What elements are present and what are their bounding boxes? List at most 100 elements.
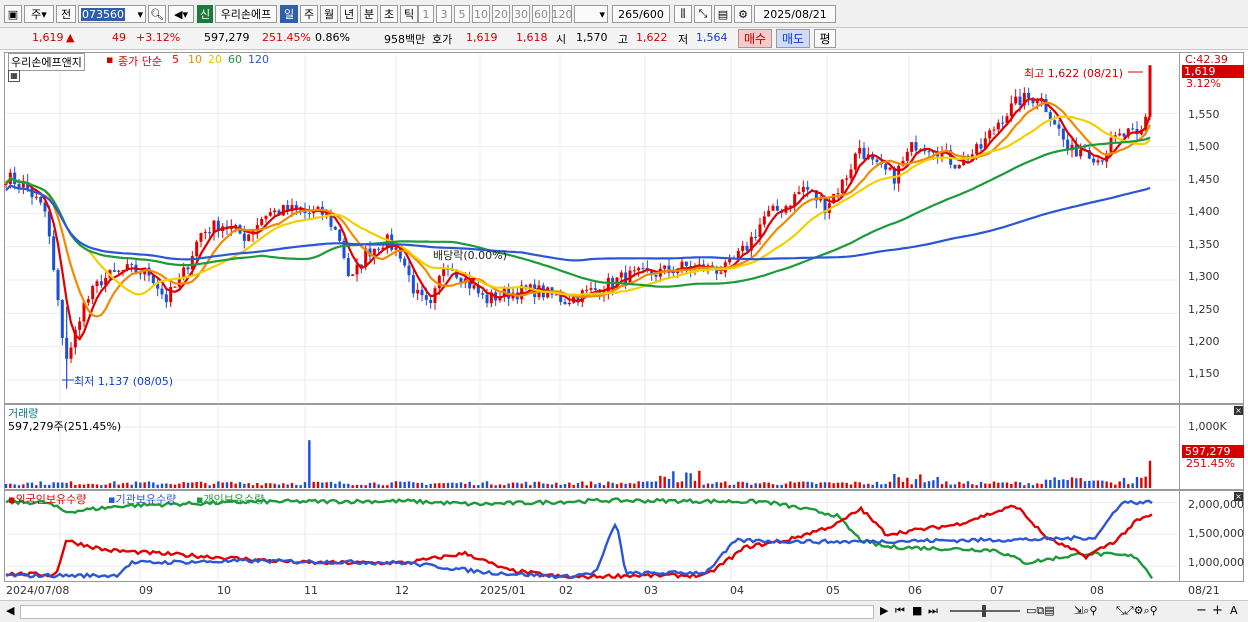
volume-bar (611, 482, 614, 488)
candle-body (663, 265, 667, 269)
grid-toggle-icon[interactable]: ▦ (8, 70, 20, 82)
volume-bar (35, 485, 38, 488)
zoom-slider-handle[interactable] (982, 605, 986, 617)
close-icon[interactable]: × (1234, 492, 1243, 501)
volume-bar (672, 471, 675, 488)
candle-body (745, 245, 749, 251)
zoom-out-icon[interactable]: − (1196, 603, 1207, 618)
price-tick: 1,250 (1188, 303, 1220, 316)
volume-bar (347, 483, 350, 488)
volume-bar (438, 483, 441, 488)
volume-bar (815, 483, 818, 488)
volume-bar (888, 481, 892, 488)
candle-body (619, 272, 623, 278)
layout-icon[interactable]: ▭⧉▤ (1026, 604, 1055, 618)
scroll-right-icon[interactable]: ▶ (880, 604, 888, 617)
volume-bar (451, 482, 454, 488)
volume-bar (195, 481, 198, 488)
forward-icon[interactable]: ⏭ (928, 604, 938, 618)
volume-bar (368, 482, 372, 488)
candle-body (377, 248, 381, 250)
volume-axis-label: 1,000K (1188, 420, 1227, 433)
volume-bar (524, 481, 528, 488)
volume-bar (381, 485, 385, 488)
volume-bar (468, 481, 471, 488)
stop-icon[interactable]: ■ (912, 604, 922, 617)
price-tick: 1,400 (1188, 205, 1220, 218)
candle-body (307, 212, 311, 214)
candle-body (840, 179, 844, 194)
candle-body (160, 288, 164, 295)
candle-body (420, 289, 424, 296)
candle-body (563, 301, 567, 305)
volume-bar (507, 483, 510, 488)
volume-bar (780, 484, 783, 488)
price-tick: 1,550 (1188, 108, 1220, 121)
volume-bar (828, 482, 831, 488)
volume-bar (1036, 483, 1039, 488)
candle-body (992, 129, 996, 131)
volume-bar (61, 482, 64, 488)
candle-body (481, 293, 485, 295)
draw-tools-icon[interactable]: ⤡⤢⚙⌕⚲ (1116, 604, 1158, 618)
volume-bar (169, 484, 172, 488)
candle-body (1061, 128, 1065, 140)
scroll-track[interactable] (20, 605, 874, 619)
volume-bar (901, 481, 905, 488)
volume-bar (867, 483, 870, 488)
volume-bar (719, 482, 723, 488)
candle-body (624, 272, 628, 284)
candle-body (1001, 122, 1005, 124)
holding-line-1 (5, 504, 1153, 580)
ma-line-10 (5, 101, 1151, 318)
tools-icon[interactable]: ⇲⌕⚲ (1074, 604, 1097, 618)
legend-individual-label: 개인보유수량 (203, 493, 265, 506)
volume-bar (78, 484, 81, 488)
scroll-left-icon[interactable]: ◀ (6, 604, 14, 617)
volume-bar (412, 482, 415, 488)
volume-bar (251, 485, 255, 488)
volume-bar (1014, 481, 1017, 488)
text-size-icon[interactable]: A (1230, 604, 1238, 617)
volume-bar (156, 484, 159, 488)
volume-bar (351, 485, 354, 488)
volume-bar (234, 483, 237, 488)
volume-bar (568, 482, 571, 488)
x-tick: 08/21 (1188, 584, 1220, 597)
volume-bar (308, 440, 311, 488)
candle-body (1018, 96, 1022, 105)
candle-body (853, 153, 857, 170)
candle-body (758, 224, 762, 238)
candle-body (775, 205, 779, 211)
candle-body (914, 142, 918, 151)
candle-body (1014, 96, 1018, 104)
volume-bar (221, 482, 224, 488)
volume-bar (715, 482, 718, 488)
candle-body (203, 232, 207, 234)
close-icon[interactable]: × (1234, 406, 1243, 415)
volume-bar (373, 482, 376, 488)
volume-bar (914, 479, 918, 488)
volume-bar (377, 484, 380, 488)
volume-bar (953, 484, 957, 488)
candle-body (69, 347, 73, 359)
volume-bar (893, 473, 896, 488)
rewind-icon[interactable]: ⏮ (895, 604, 905, 618)
volume-bar (204, 483, 207, 488)
volume-bar (680, 481, 684, 488)
candle-body (117, 270, 121, 272)
candle-body (1092, 158, 1096, 163)
candle-body (485, 294, 489, 304)
volume-bar (329, 481, 333, 488)
volume-bar (338, 481, 341, 488)
volume-bar (858, 482, 861, 488)
volume-bar (654, 481, 658, 488)
volume-bar (594, 484, 597, 488)
volume-bar (758, 483, 762, 488)
zoom-in-icon[interactable]: + (1212, 603, 1223, 618)
volume-bar (559, 484, 562, 488)
volume-bar (1001, 482, 1004, 488)
volume-bar (572, 484, 575, 488)
candle-body (819, 199, 823, 201)
volume-bar (971, 484, 974, 488)
